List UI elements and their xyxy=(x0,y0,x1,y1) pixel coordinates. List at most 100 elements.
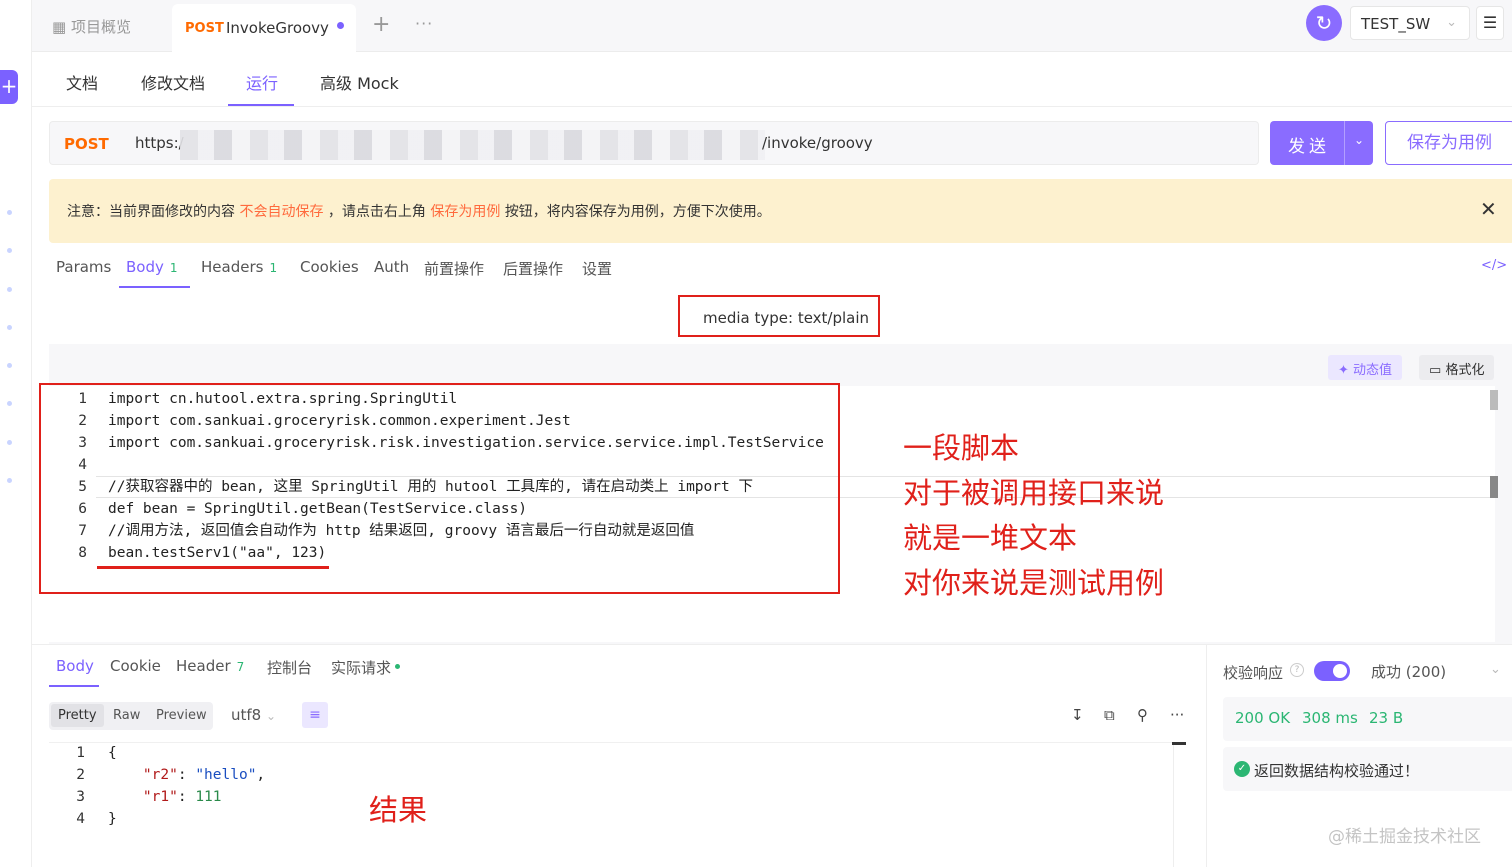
rail-dot[interactable] xyxy=(7,248,12,253)
response-scrollbar[interactable] xyxy=(1172,742,1186,745)
subtab-docs[interactable]: 文档 xyxy=(66,70,98,94)
response-vertical-divider xyxy=(1206,645,1207,867)
rail-dot[interactable] xyxy=(7,478,12,483)
annotation-text: 一段脚本 xyxy=(903,431,1020,465)
new-tab-button[interactable]: + xyxy=(372,12,390,37)
body-tab-underline xyxy=(119,286,190,288)
send-button[interactable]: 发送 ⌄ xyxy=(1270,121,1373,165)
format-button[interactable]: ▭ 格式化 xyxy=(1419,355,1495,380)
validation-result: ✓ 返回数据结构校验通过！ xyxy=(1223,747,1512,791)
resp-tab-header[interactable]: Header 7 xyxy=(176,657,244,675)
url-suffix[interactable]: /invoke/groovy xyxy=(762,134,873,152)
tab-settings[interactable]: 设置 xyxy=(582,258,612,279)
watermark: @稀土掘金技术社区 xyxy=(1328,827,1481,847)
subtab-active-underline xyxy=(228,104,294,106)
tab-body[interactable]: Body 1 xyxy=(126,258,178,276)
left-rail xyxy=(0,0,32,867)
tab-method: POST xyxy=(185,21,224,36)
tab-invoke-groovy[interactable]: POST InvokeGroovy xyxy=(172,4,356,52)
format-icon: ▭ xyxy=(1429,363,1442,378)
tab-pre-ops[interactable]: 前置操作 xyxy=(424,258,484,279)
help-icon[interactable]: ? xyxy=(1290,663,1304,677)
more-tabs-button[interactable]: ··· xyxy=(415,14,433,33)
wand-icon: ✦ xyxy=(1338,363,1349,378)
rail-dot[interactable] xyxy=(7,440,12,445)
tab-cookies[interactable]: Cookies xyxy=(300,258,359,276)
close-icon[interactable]: ✕ xyxy=(1480,197,1497,221)
notice-text: 注意：当前界面修改的内容 不会自动保存 ，请点击右上角 保存为用例 按钮，将内容… xyxy=(67,204,771,220)
grid-icon: ▦ xyxy=(52,18,67,36)
dynamic-value-button[interactable]: ✦ 动态值 xyxy=(1328,355,1403,380)
tab-headers[interactable]: Headers 1 xyxy=(201,258,277,276)
encoding-select[interactable]: utf8 ⌄ xyxy=(231,706,276,724)
response-size: 23 B xyxy=(1369,709,1404,727)
rail-dot[interactable] xyxy=(7,363,12,368)
environment-select[interactable]: TEST_SW ⌄ xyxy=(1350,6,1470,40)
tab-post-ops[interactable]: 后置操作 xyxy=(503,258,563,279)
code-icon[interactable]: </> xyxy=(1481,258,1507,273)
subtab-divider xyxy=(32,106,1512,107)
more-icon[interactable]: ··· xyxy=(1170,706,1184,724)
rail-dot[interactable] xyxy=(7,287,12,292)
sync-icon[interactable]: ↻ xyxy=(1306,5,1342,41)
resp-body-underline xyxy=(49,685,99,687)
annotation-box-code xyxy=(39,383,840,594)
subtab-run[interactable]: 运行 xyxy=(246,70,278,94)
chevron-down-icon: ⌄ xyxy=(266,709,277,723)
resp-tab-cookie[interactable]: Cookie xyxy=(110,657,161,675)
notice-banner: 注意：当前界面修改的内容 不会自动保存 ，请点击右上角 保存为用例 按钮，将内容… xyxy=(49,179,1512,243)
annotation-text: 对于被调用接口来说 xyxy=(903,476,1165,510)
send-label: 发送 xyxy=(1288,137,1330,157)
editor-scrollbar[interactable] xyxy=(1490,390,1498,410)
view-mode-segment: Pretty Raw Preview xyxy=(49,702,213,730)
url-prefix[interactable]: https:/ xyxy=(135,134,184,152)
annotation-result: 结果 xyxy=(369,793,428,827)
status-dot xyxy=(395,664,400,669)
resp-tab-actual-request[interactable]: 实际请求 xyxy=(331,657,391,678)
mode-preview[interactable]: Preview xyxy=(156,708,207,723)
response-divider xyxy=(32,644,1512,645)
tab-name: InvokeGroovy xyxy=(226,19,329,37)
chevron-down-icon: ⌄ xyxy=(1446,15,1457,30)
redacted-url xyxy=(180,130,765,160)
rail-dot[interactable] xyxy=(7,210,12,215)
annotation-underline xyxy=(97,566,329,569)
annotation-text: 对你来说是测试用例 xyxy=(903,566,1165,600)
check-circle-icon: ✓ xyxy=(1234,761,1250,777)
resp-tab-console[interactable]: 控制台 xyxy=(267,657,312,678)
annotation-text: 就是一堆文本 xyxy=(903,521,1078,555)
save-as-case-button[interactable]: 保存为用例 xyxy=(1385,121,1512,165)
status-code: 200 OK xyxy=(1235,709,1291,727)
rail-dot[interactable] xyxy=(7,401,12,406)
mode-pretty[interactable]: Pretty xyxy=(51,704,104,727)
subtab-advanced-mock[interactable]: 高级 Mock xyxy=(320,70,399,94)
rail-add-button[interactable]: + xyxy=(0,70,18,104)
url-bar[interactable]: POST https:/ /invoke/groovy xyxy=(49,121,1259,165)
editor-scroll-marker xyxy=(1490,476,1498,498)
method-select[interactable]: POST xyxy=(64,135,109,153)
response-metrics: 200 OK 308 ms 23 B xyxy=(1223,697,1512,741)
search-icon[interactable]: ⚲ xyxy=(1137,706,1148,724)
rail-dot[interactable] xyxy=(7,325,12,330)
download-icon[interactable]: ↧ xyxy=(1071,706,1084,724)
mode-raw[interactable]: Raw xyxy=(113,708,140,723)
validate-toggle[interactable] xyxy=(1314,661,1350,681)
chevron-down-icon[interactable]: ⌄ xyxy=(1354,133,1364,147)
subtab-edit-docs[interactable]: 修改文档 xyxy=(141,70,205,94)
resp-tab-body[interactable]: Body xyxy=(56,657,94,675)
validation-message: 返回数据结构校验通过！ xyxy=(1254,762,1420,780)
response-time: 308 ms xyxy=(1302,709,1358,727)
tab-auth[interactable]: Auth xyxy=(374,258,409,276)
chevron-down-icon[interactable]: ⌄ xyxy=(1490,662,1501,677)
menu-icon[interactable]: ☰ xyxy=(1476,6,1504,40)
copy-icon[interactable]: ⧉ xyxy=(1104,706,1115,724)
tab-params[interactable]: Params xyxy=(56,258,111,276)
validate-response-label: 校验响应 xyxy=(1223,664,1284,682)
tab-project-overview[interactable]: ▦ 项目概览 xyxy=(52,16,131,37)
send-divider xyxy=(1344,121,1345,165)
wrap-lines-icon[interactable]: ≡ xyxy=(302,702,328,728)
env-label: TEST_SW xyxy=(1361,15,1431,33)
media-type-label: media type: text/plain xyxy=(678,295,880,337)
unsaved-dot xyxy=(337,22,344,29)
validation-status[interactable]: 成功 (200) xyxy=(1371,661,1446,682)
